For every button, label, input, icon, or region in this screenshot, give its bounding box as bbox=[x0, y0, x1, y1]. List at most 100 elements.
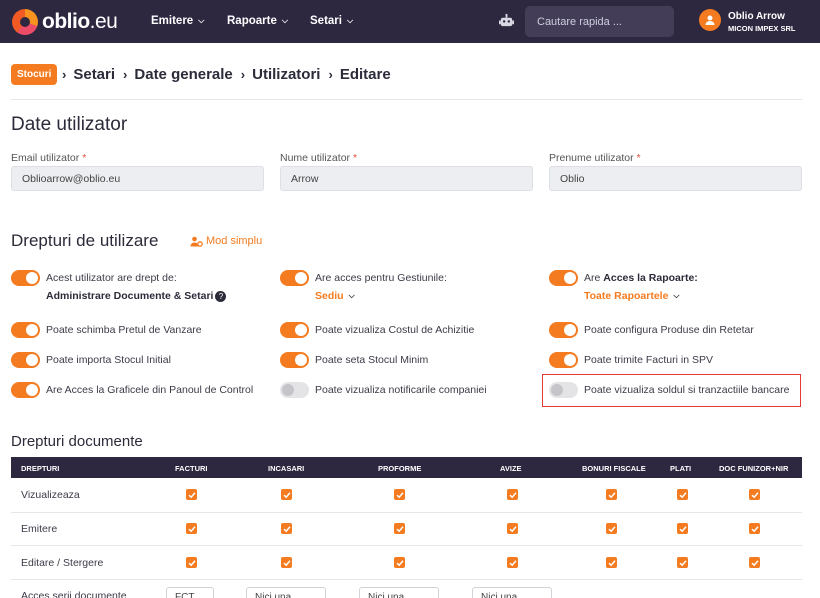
col-doc-furnizor: DOC FUNIZOR+NIR bbox=[719, 464, 789, 473]
row-divider bbox=[11, 579, 802, 580]
checkbox-facturi[interactable] bbox=[186, 557, 197, 568]
breadcrumb-editare: Editare bbox=[339, 66, 391, 83]
breadcrumb-utilizatori[interactable]: Utilizatori bbox=[252, 66, 320, 83]
quick-search-input[interactable] bbox=[525, 6, 674, 37]
right-sold-tranzactii: Poate vizualiza soldul si tranzactiile b… bbox=[584, 384, 790, 396]
checkbox-facturi[interactable] bbox=[186, 523, 197, 534]
divider bbox=[11, 99, 802, 100]
breadcrumb-date-generale[interactable]: Date generale bbox=[134, 66, 232, 83]
checkbox-doc-furnizor[interactable] bbox=[749, 489, 760, 500]
right-pret-vanzare: Poate schimba Pretul de Vanzare bbox=[46, 324, 202, 336]
toggle-stoc-minim[interactable] bbox=[280, 352, 309, 368]
chevron-down-icon: ⌵ bbox=[673, 291, 680, 300]
nav-rapoarte[interactable]: Rapoarte ⌵ bbox=[227, 15, 288, 27]
mod-simplu-link[interactable]: Mod simplu bbox=[190, 235, 262, 247]
last-name-label: Nume utilizator * bbox=[280, 152, 358, 164]
rapoarte-select[interactable]: Toate Rapoartele ⌵ bbox=[584, 290, 680, 302]
right-cost-achizitie: Poate vizualiza Costul de Achizitie bbox=[315, 324, 475, 336]
checkbox-avize[interactable] bbox=[507, 489, 518, 500]
toggle-pret-vanzare[interactable] bbox=[11, 322, 40, 338]
right-stoc-minim: Poate seta Stocul Minim bbox=[315, 354, 429, 366]
top-navbar: oblio.eu Emitere⌵ Rapoarte⌵ Setari⌵ Obli… bbox=[0, 0, 820, 43]
nav-setari[interactable]: Setari ⌵ bbox=[310, 15, 353, 27]
row-label-editare: Editare / Stergere bbox=[21, 557, 104, 569]
toggle-grafice[interactable] bbox=[11, 382, 40, 398]
section-title-drepturi-utilizare: Drepturi de utilizare bbox=[11, 231, 159, 250]
checkbox-bonuri[interactable] bbox=[606, 557, 617, 568]
checkbox-incasari[interactable] bbox=[281, 489, 292, 500]
logo-mark-icon bbox=[12, 9, 38, 35]
serie-proforme-select[interactable]: Nici una bbox=[359, 587, 439, 598]
checkbox-plati[interactable] bbox=[677, 523, 688, 534]
row-label-serii: Acces serii documente bbox=[21, 590, 127, 598]
right-gestiuni-text: Are acces pentru Gestiunile: bbox=[315, 272, 447, 284]
toggle-cost-achizitie[interactable] bbox=[280, 322, 309, 338]
right-produse-retetar: Poate configura Produse din Retetar bbox=[584, 324, 754, 336]
checkbox-proforme[interactable] bbox=[394, 523, 405, 534]
col-bonuri-fiscale: BONURI FISCALE bbox=[582, 464, 646, 473]
user-name[interactable]: Oblio Arrow bbox=[728, 11, 785, 22]
checkbox-bonuri[interactable] bbox=[606, 489, 617, 500]
first-name-field[interactable]: Oblio bbox=[549, 166, 802, 191]
breadcrumb: › Setari › Date generale › Utilizatori ›… bbox=[62, 66, 391, 83]
user-company[interactable]: MICON IMPEX SRL bbox=[728, 24, 796, 33]
right-administrare-text: Acest utilizator are drept de: bbox=[46, 272, 177, 284]
chevron-down-icon: ⌵ bbox=[348, 291, 355, 300]
checkbox-incasari[interactable] bbox=[281, 557, 292, 568]
checkbox-proforme[interactable] bbox=[394, 489, 405, 500]
right-stoc-initial: Poate importa Stocul Initial bbox=[46, 354, 171, 366]
checkbox-bonuri[interactable] bbox=[606, 523, 617, 534]
logo-text: oblio bbox=[42, 10, 90, 33]
section-title-date-utilizator: Date utilizator bbox=[11, 114, 128, 135]
right-rapoarte-text: Are Acces la Rapoarte: bbox=[584, 272, 698, 284]
checkbox-plati[interactable] bbox=[677, 489, 688, 500]
serie-facturi-select[interactable]: FCT bbox=[166, 587, 214, 598]
section-title-drepturi-documente: Drepturi documente bbox=[11, 433, 143, 450]
col-incasari: INCASARI bbox=[268, 464, 305, 473]
toggle-produse-retetar[interactable] bbox=[549, 322, 578, 338]
chevron-down-icon: ⌵ bbox=[198, 16, 205, 25]
user-avatar-icon[interactable] bbox=[699, 9, 721, 31]
right-grafice: Are Acces la Graficele din Panoul de Con… bbox=[46, 384, 254, 396]
email-label: Email utilizator * bbox=[11, 152, 87, 164]
chevron-down-icon: ⌵ bbox=[346, 16, 354, 25]
oblio-logo[interactable]: oblio.eu bbox=[12, 9, 118, 35]
email-field[interactable]: Oblioarrow@oblio.eu bbox=[11, 166, 264, 191]
right-facturi-spv: Poate trimite Facturi in SPV bbox=[584, 354, 713, 366]
breadcrumb-setari[interactable]: Setari bbox=[73, 66, 115, 83]
question-icon[interactable]: ? bbox=[215, 290, 227, 302]
toggle-sold-tranzactii[interactable] bbox=[549, 382, 578, 398]
last-name-field[interactable]: Arrow bbox=[280, 166, 533, 191]
checkbox-facturi[interactable] bbox=[186, 489, 197, 500]
toggle-facturi-spv[interactable] bbox=[549, 352, 578, 368]
row-label-emitere: Emitere bbox=[21, 523, 58, 535]
right-notificari: Poate vizualiza notificarile companiei bbox=[315, 384, 487, 396]
nav-emitere[interactable]: Emitere ⌵ bbox=[151, 15, 204, 27]
checkbox-incasari[interactable] bbox=[281, 523, 292, 534]
col-facturi: FACTURI bbox=[175, 464, 208, 473]
user-gear-icon bbox=[190, 236, 203, 247]
row-divider bbox=[11, 512, 802, 513]
stocuri-badge[interactable]: Stocuri bbox=[11, 64, 58, 85]
checkbox-doc-furnizor[interactable] bbox=[749, 557, 760, 568]
row-divider bbox=[11, 545, 802, 546]
serie-avize-select[interactable]: Nici una bbox=[472, 587, 552, 598]
toggle-notificari[interactable] bbox=[280, 382, 309, 398]
col-avize: AVIZE bbox=[500, 464, 522, 473]
checkbox-proforme[interactable] bbox=[394, 557, 405, 568]
checkbox-avize[interactable] bbox=[507, 557, 518, 568]
toggle-stoc-initial[interactable] bbox=[11, 352, 40, 368]
first-name-label: Prenume utilizator * bbox=[549, 152, 641, 164]
toggle-gestiuni[interactable] bbox=[280, 270, 309, 286]
row-label-vizualizeaza: Vizualizeaza bbox=[21, 489, 80, 501]
robot-icon[interactable] bbox=[499, 13, 514, 28]
right-administrare-value: Administrare Documente & Setari? bbox=[46, 290, 227, 302]
toggle-rapoarte[interactable] bbox=[549, 270, 578, 286]
serie-incasari-select[interactable]: Nici una bbox=[246, 587, 326, 598]
checkbox-doc-furnizor[interactable] bbox=[749, 523, 760, 534]
gestiuni-select[interactable]: Sediu ⌵ bbox=[315, 290, 355, 302]
toggle-administrare[interactable] bbox=[11, 270, 40, 286]
col-drepturi: DREPTURI bbox=[21, 464, 60, 473]
checkbox-plati[interactable] bbox=[677, 557, 688, 568]
checkbox-avize[interactable] bbox=[507, 523, 518, 534]
